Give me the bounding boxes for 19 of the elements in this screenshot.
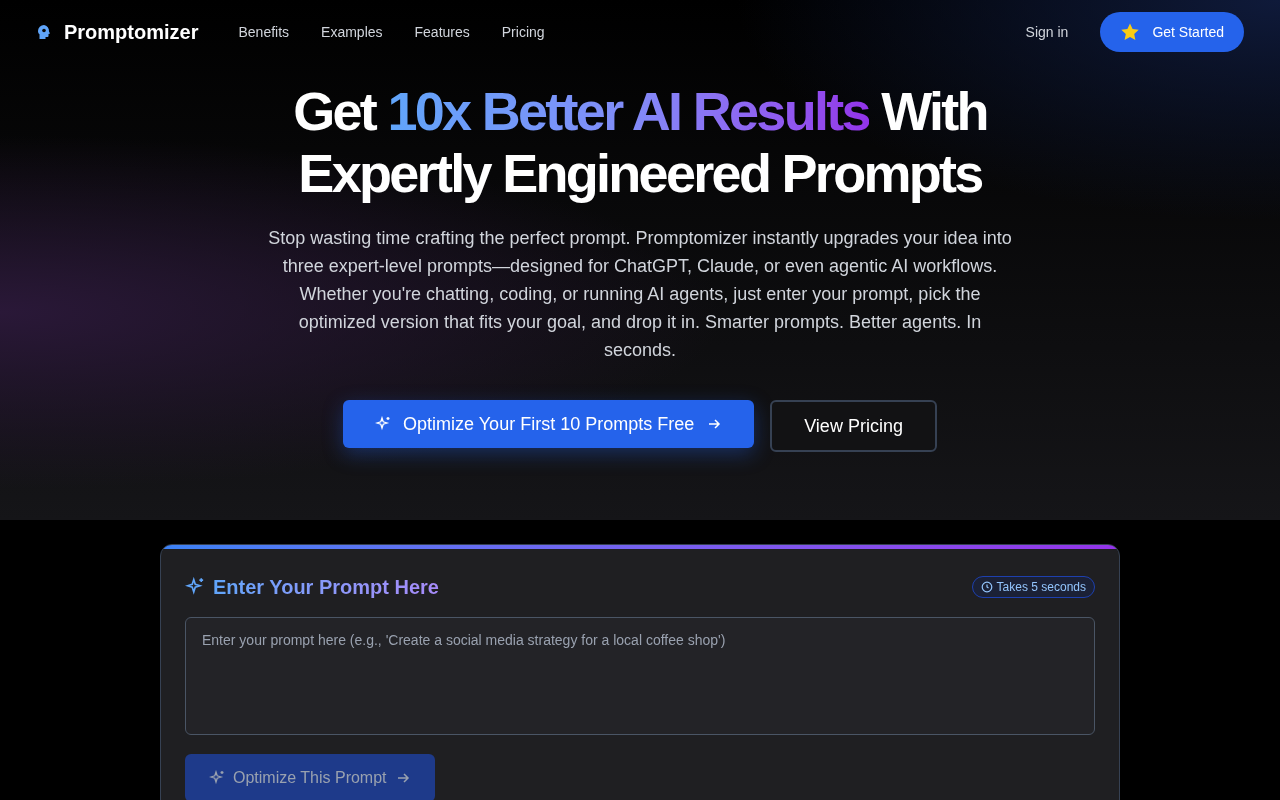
star-icon	[1120, 22, 1141, 42]
nav-link[interactable]: Features	[414, 22, 470, 42]
hero-headline: Get 10x Better AI Results With Expertly Engineered Prompts	[292, 80, 988, 204]
brand-name[interactable]: Promptomizer	[64, 18, 199, 46]
nav-link[interactable]: Benefits	[238, 22, 290, 42]
clock-icon	[980, 581, 993, 593]
optimize-free-button[interactable]: Optimize Your First 10 Prompts Free	[343, 400, 755, 448]
sign-in-link[interactable]: Sign in	[1025, 22, 1069, 42]
prompt-input-field[interactable]: Enter your prompt here (e.g., 'Create a social media strategy for a local coffee shop')	[185, 617, 1095, 735]
view-pricing-button[interactable]: View Pricing	[770, 400, 937, 452]
sparkles-icon	[185, 577, 205, 597]
nav-link[interactable]: Examples	[321, 22, 383, 42]
sparkles-icon	[209, 770, 225, 786]
sparkles-icon	[375, 416, 392, 432]
nav-link[interactable]: Pricing	[501, 22, 545, 42]
time-badge: Takes 5 seconds	[971, 576, 1095, 598]
hero-description: Stop wasting time crafting the perfect prompt. Promptomizer instantly upgrades your idea into three expert-level prompts—designed for ChatGPT, Claude, or even agentic AI workflows. Whether you're chatting, coding, or running AI agents, just enter your prompt, pick the optimized version that fits your goal, and drop it in. Smarter prompts. Better agents. In seconds.	[267, 227, 1013, 362]
get-started-button[interactable]: Get Started	[1100, 12, 1244, 52]
head-gear-icon	[36, 24, 52, 40]
